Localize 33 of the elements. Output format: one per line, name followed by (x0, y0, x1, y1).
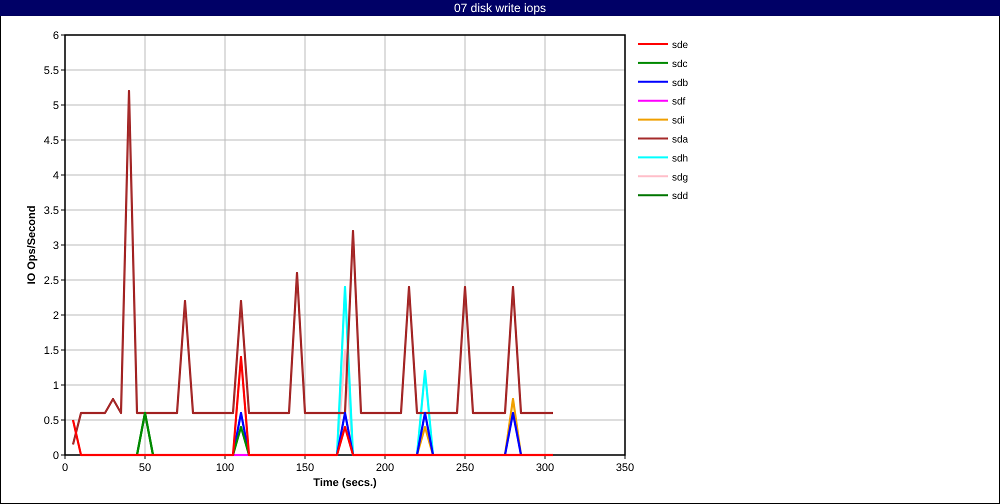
tick-label: 0 (52, 450, 59, 462)
tick-label: 0 (62, 462, 68, 474)
legend-label: sda (672, 134, 688, 146)
chart-title: 07 disk write iops (0, 0, 1000, 16)
tick-label: 0.5 (44, 415, 59, 427)
legend-label: sde (672, 40, 688, 51)
tick-label: 50 (138, 462, 152, 474)
tick-label: 5.5 (44, 65, 59, 77)
tick-label: 3 (52, 240, 59, 252)
tick-label: 150 (296, 462, 314, 474)
tick-label: 250 (456, 462, 474, 474)
tick-label: 3.5 (44, 205, 59, 217)
axis-title: IO Ops/Second (26, 206, 38, 284)
tick-label: 1.5 (44, 345, 59, 357)
tick-label: 5 (52, 100, 59, 112)
tick-label: 300 (536, 462, 554, 474)
tick-label: 4.5 (44, 135, 59, 147)
tick-label: 100 (216, 462, 234, 474)
tick-label: 2 (52, 310, 59, 322)
tick-label: 200 (376, 462, 394, 474)
tick-label: 2.5 (44, 275, 59, 287)
legend-label: sdf (672, 96, 686, 108)
tick-label: 1 (52, 380, 59, 392)
tick-label: 4 (52, 170, 59, 182)
tick-label: 6 (52, 30, 59, 42)
legend-label: sdb (672, 78, 688, 89)
legend-label: sdi (672, 116, 685, 127)
legend-label: sdh (672, 153, 688, 164)
tick-label: 350 (616, 462, 634, 474)
axis-title: Time (secs.) (313, 477, 377, 489)
legend-label: sdg (672, 172, 688, 184)
legend-label: sdc (672, 58, 688, 70)
legend-label: sdd (672, 191, 688, 202)
